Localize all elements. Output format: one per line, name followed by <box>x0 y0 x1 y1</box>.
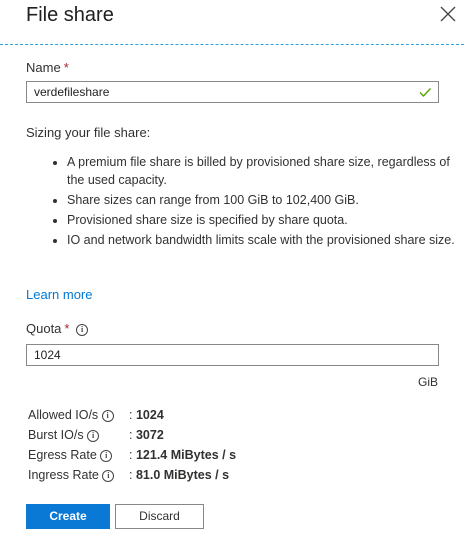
name-input-value: verdefileshare <box>34 85 110 99</box>
stat-key: Ingress Rate i <box>28 465 129 485</box>
sizing-bullet: A premium file share is billed by provis… <box>67 153 464 189</box>
sizing-bullet: Provisioned share size is specified by s… <box>67 211 464 229</box>
stat-row-allowed-io: Allowed IO/s i : 1024 <box>28 405 236 425</box>
panel-title: File share <box>26 4 114 26</box>
stat-value: 81.0 MiBytes / s <box>135 468 230 482</box>
stat-row-egress-rate: Egress Rate i : 121.4 MiBytes / s <box>28 445 236 465</box>
stat-label: Ingress Rate <box>28 468 99 482</box>
create-button[interactable]: Create <box>26 504 110 529</box>
quota-label: Quota * i <box>26 321 89 336</box>
stat-value: 1024 <box>135 408 164 422</box>
quota-unit: GiB <box>418 375 439 389</box>
info-icon[interactable]: i <box>102 470 115 482</box>
header-divider <box>0 44 464 45</box>
stat-value: 3072 <box>135 428 164 442</box>
name-input[interactable]: verdefileshare <box>26 81 439 103</box>
stat-row-ingress-rate: Ingress Rate i : 81.0 MiBytes / s <box>28 465 236 485</box>
stat-key: Allowed IO/s i <box>28 405 129 425</box>
name-label: Name * <box>26 60 69 75</box>
stat-label: Burst IO/s <box>28 428 84 442</box>
stat-label: Egress Rate <box>28 448 97 462</box>
info-icon[interactable]: i <box>76 324 89 336</box>
info-icon[interactable]: i <box>87 430 100 442</box>
learn-more-link[interactable]: Learn more <box>26 287 92 302</box>
sizing-heading: Sizing your file share: <box>26 125 151 140</box>
quota-input-value: 1024 <box>34 348 61 362</box>
sizing-bullet: Share sizes can range from 100 GiB to 10… <box>67 191 464 209</box>
required-marker: * <box>63 60 69 75</box>
stat-separator: : <box>129 428 133 442</box>
stat-row-burst-io: Burst IO/s i : 3072 <box>28 425 236 445</box>
stat-separator: : <box>129 448 133 462</box>
sizing-bullet: IO and network bandwidth limits scale wi… <box>67 231 464 249</box>
info-icon[interactable]: i <box>100 450 113 462</box>
stat-value: 121.4 MiBytes / s <box>135 448 237 462</box>
checkmark-icon <box>419 88 432 98</box>
name-label-text: Name <box>26 60 61 75</box>
stat-key: Egress Rate i <box>28 445 129 465</box>
sizing-bullet-list: A premium file share is billed by provis… <box>47 153 464 251</box>
stat-key: Burst IO/s i <box>28 425 129 445</box>
required-marker: * <box>64 321 70 336</box>
info-icon[interactable]: i <box>101 410 114 422</box>
stat-separator: : <box>129 408 133 422</box>
close-icon[interactable] <box>438 4 458 24</box>
discard-button[interactable]: Discard <box>115 504 204 529</box>
quota-input[interactable]: 1024 <box>26 344 439 366</box>
performance-stats: Allowed IO/s i : 1024 Burst IO/s i : 307… <box>28 405 236 485</box>
quota-label-text: Quota <box>26 321 62 336</box>
panel-header: File share <box>0 0 464 44</box>
stat-separator: : <box>129 468 133 482</box>
stat-label: Allowed IO/s <box>28 408 99 422</box>
